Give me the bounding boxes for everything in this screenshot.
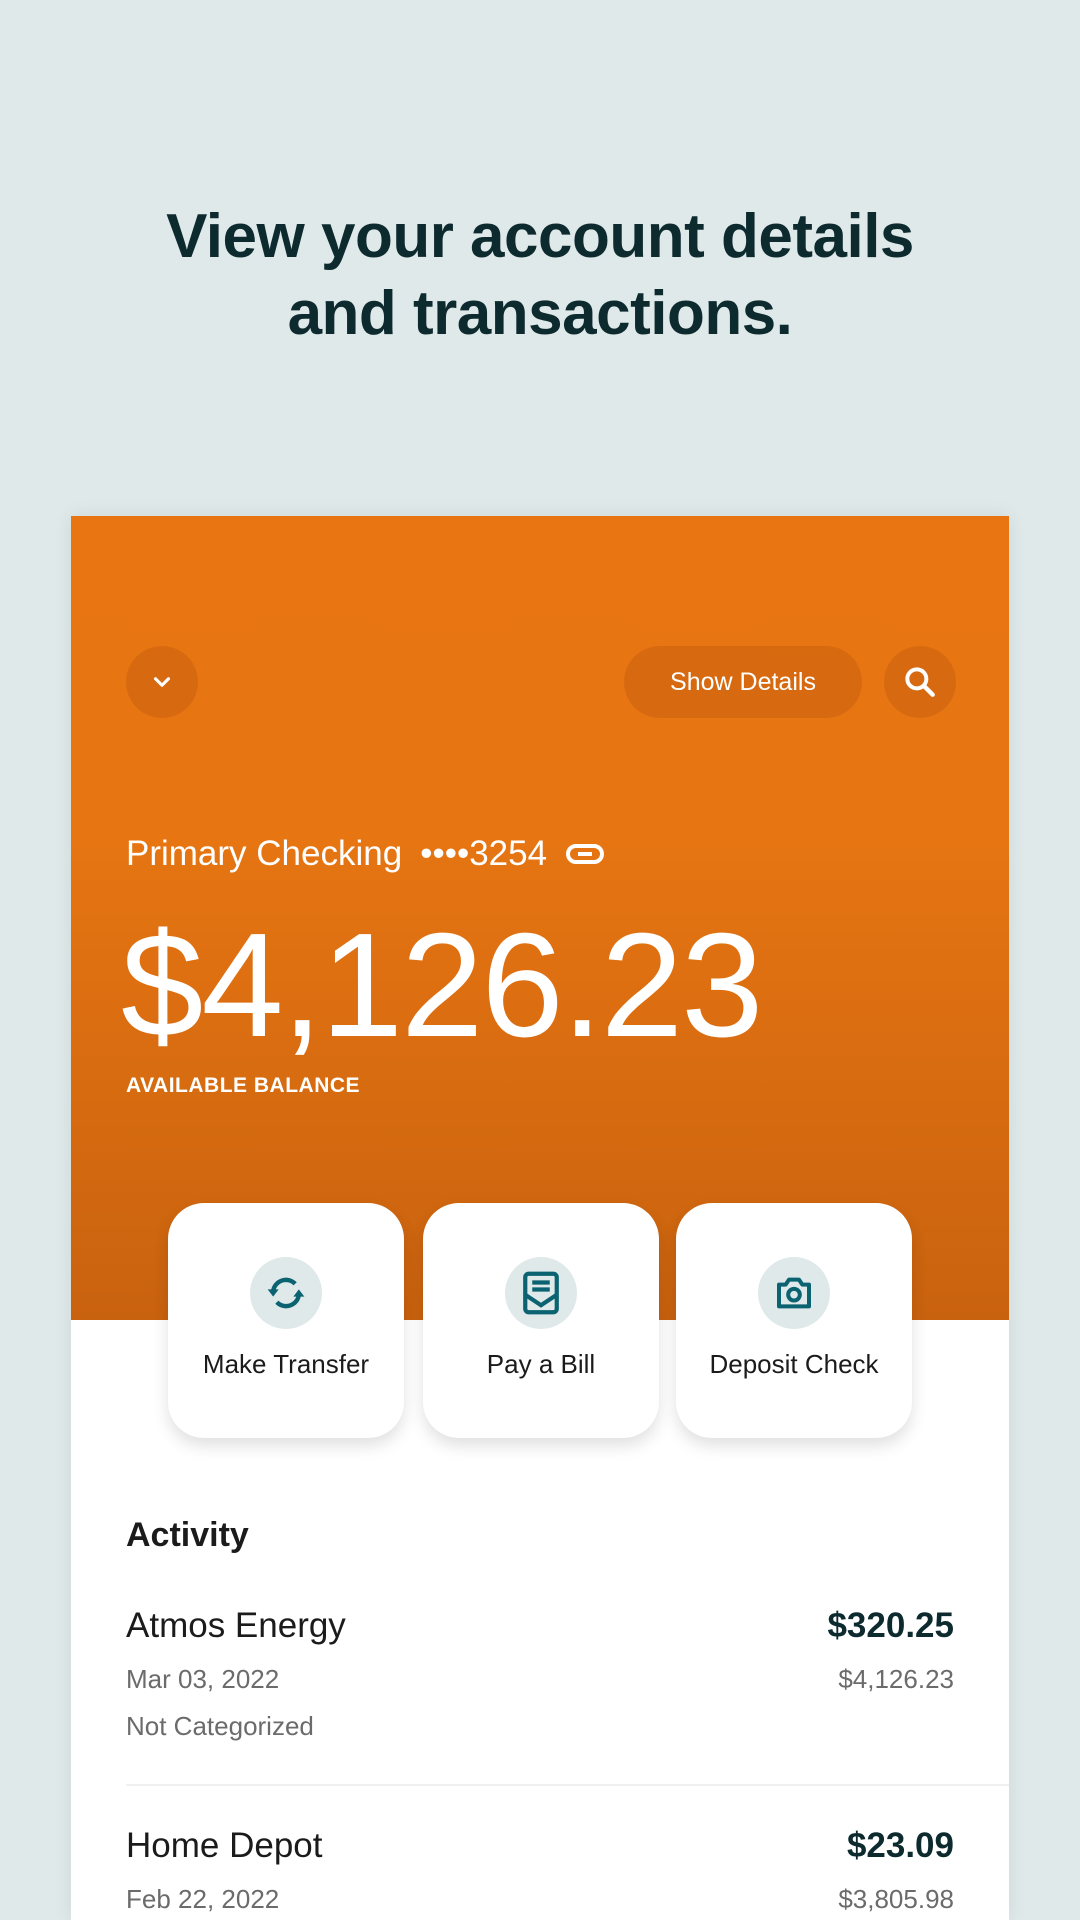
transaction-amount: $23.09 xyxy=(846,1826,954,1865)
available-balance: $4,126.23 xyxy=(121,903,763,1068)
account-name: Primary Checking xyxy=(126,834,403,873)
pay-a-bill-button[interactable]: Pay a Bill xyxy=(423,1203,659,1438)
account-header: Show Details Primary Checking ••••3254 $… xyxy=(71,516,1009,1320)
show-details-button[interactable]: Show Details xyxy=(624,646,862,718)
search-icon xyxy=(905,667,935,697)
available-balance-label: AVAILABLE BALANCE xyxy=(126,1074,361,1097)
account-switcher-button[interactable] xyxy=(126,646,198,718)
app-screen: Show Details Primary Checking ••••3254 $… xyxy=(71,516,1009,1920)
make-transfer-button[interactable]: Make Transfer xyxy=(168,1203,404,1438)
chevron-down-icon xyxy=(153,677,171,687)
make-transfer-label: Make Transfer xyxy=(202,1349,370,1379)
transaction-category: Not Categorized xyxy=(126,1711,314,1741)
link-icon[interactable] xyxy=(565,842,605,866)
running-balance: $4,126.23 xyxy=(838,1664,954,1694)
pay-a-bill-label: Pay a Bill xyxy=(486,1349,596,1379)
deposit-check-button[interactable]: Deposit Check xyxy=(676,1203,912,1438)
transfer-icon xyxy=(250,1257,322,1329)
headline-line-2: and transactions. xyxy=(287,279,793,348)
running-balance: $3,805.98 xyxy=(838,1884,954,1914)
deposit-check-label: Deposit Check xyxy=(709,1349,879,1379)
activity-heading: Activity xyxy=(126,1516,249,1554)
divider xyxy=(126,1784,1009,1786)
transaction-amount: $320.25 xyxy=(827,1606,954,1645)
transaction-row[interactable]: Home Depot $23.09 Feb 22, 2022 $3,805.98 xyxy=(126,1826,954,1920)
account-number: ••••3254 xyxy=(420,834,548,873)
headline: View your account details and transactio… xyxy=(0,198,1080,352)
transaction-name: Atmos Energy xyxy=(126,1606,346,1645)
transaction-name: Home Depot xyxy=(126,1826,323,1865)
account-info: Primary Checking ••••3254 xyxy=(126,834,605,874)
transaction-row[interactable]: Atmos Energy $320.25 Mar 03, 2022 $4,126… xyxy=(126,1606,954,1776)
search-button[interactable] xyxy=(884,646,956,718)
transaction-date: Mar 03, 2022 xyxy=(126,1664,280,1694)
transaction-date: Feb 22, 2022 xyxy=(126,1884,280,1914)
headline-line-1: View your account details xyxy=(166,202,914,271)
camera-icon xyxy=(758,1257,830,1329)
bill-envelope-icon xyxy=(505,1257,577,1329)
